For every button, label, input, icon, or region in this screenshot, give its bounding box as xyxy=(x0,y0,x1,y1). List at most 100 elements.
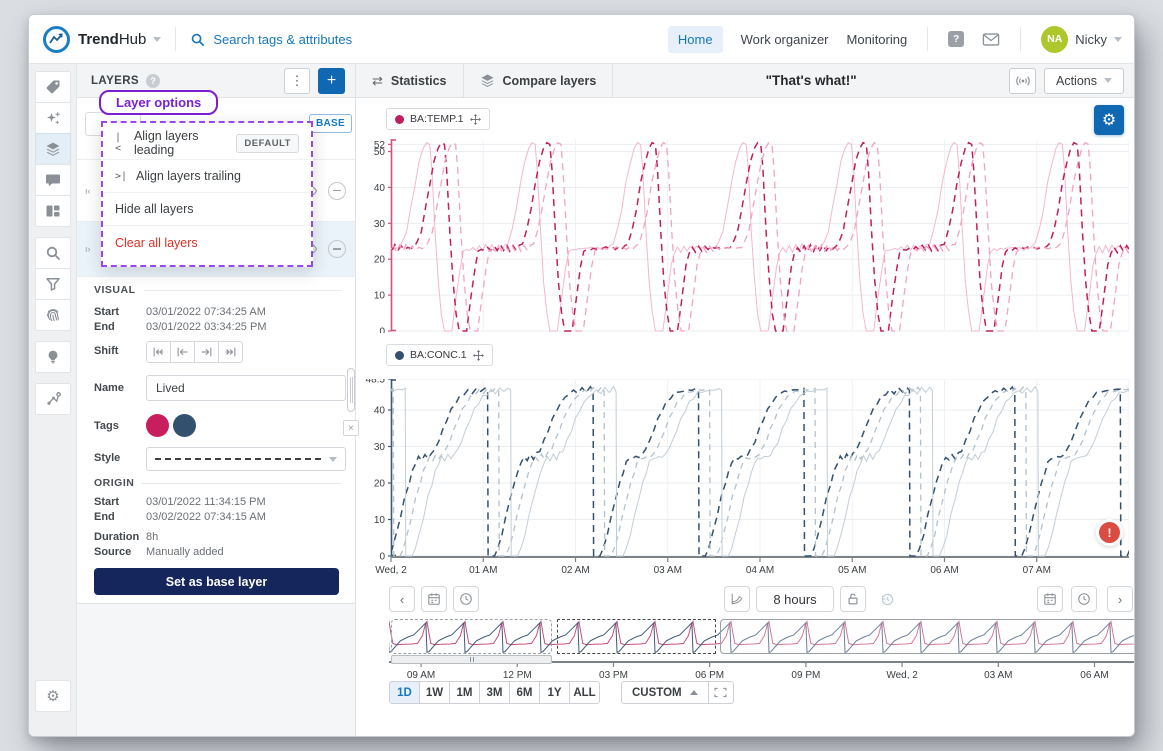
live-mode-button[interactable] xyxy=(1009,68,1036,94)
range-1d[interactable]: 1D xyxy=(389,681,420,704)
range-1y[interactable]: 1Y xyxy=(539,681,570,704)
range-1m[interactable]: 1M xyxy=(449,681,480,704)
default-badge: DEFAULT xyxy=(236,134,299,153)
duration-button[interactable]: 8 hours xyxy=(756,586,834,612)
range-1w[interactable]: 1W xyxy=(419,681,450,704)
svg-text:20: 20 xyxy=(374,479,386,490)
legend-chip-conc[interactable]: BA:CONC.1 xyxy=(386,344,493,366)
user-chevron-down-icon xyxy=(1114,37,1122,42)
select-region-button[interactable] xyxy=(708,681,734,704)
overview-brush-3[interactable] xyxy=(720,619,1135,654)
layer-options-button[interactable]: ⋮ xyxy=(284,68,310,94)
panel-scrollbar-thumb[interactable] xyxy=(347,368,355,412)
compare-layers-button[interactable]: Compare layers xyxy=(464,64,614,98)
calendar-start-button[interactable] xyxy=(421,586,447,612)
search-input[interactable] xyxy=(213,32,443,47)
rail-item-comment[interactable] xyxy=(35,164,71,196)
shift-right-button[interactable] xyxy=(194,341,219,363)
trendhub-logo-icon[interactable] xyxy=(43,26,70,53)
time-start-button[interactable] xyxy=(453,586,479,612)
shift-left-button[interactable] xyxy=(170,341,195,363)
layer-name-input[interactable] xyxy=(146,375,346,401)
svg-text:01 AM: 01 AM xyxy=(469,565,497,576)
legend-chip-temp[interactable]: BA:TEMP.1 xyxy=(386,108,490,130)
remove-layer-icon[interactable] xyxy=(328,182,346,200)
nav-home[interactable]: Home xyxy=(668,26,723,53)
clear-name-icon[interactable]: × xyxy=(343,420,359,436)
exclamation-icon: ! xyxy=(1099,522,1120,543)
settings-button[interactable]: ⚙ xyxy=(35,680,71,712)
tag-color-dot[interactable] xyxy=(173,414,196,437)
set-base-layer-button[interactable]: Set as base layer xyxy=(94,568,339,595)
global-search[interactable] xyxy=(190,32,443,47)
layer-options-tooltip: Layer options xyxy=(99,90,218,115)
menu-item-align-layers-leading[interactable]: |<Align layers leadingDEFAULT xyxy=(103,127,311,160)
visual-start-value: 03/01/2022 07:34:25 AM xyxy=(146,306,266,318)
compare-scale-button[interactable] xyxy=(724,586,750,612)
origin-section-heading: ORIGIN xyxy=(94,477,341,489)
layer-row-fragment: ı‹ xyxy=(85,186,91,196)
alert-badge[interactable]: ! xyxy=(1096,519,1123,546)
rail-item-bulb[interactable] xyxy=(35,341,71,373)
rail-item-search[interactable] xyxy=(35,237,71,269)
layers-icon xyxy=(480,73,495,88)
rail-item-layers[interactable] xyxy=(35,133,71,165)
range-3m[interactable]: 3M xyxy=(479,681,510,704)
range-6m[interactable]: 6M xyxy=(509,681,540,704)
svg-text:07 AM: 07 AM xyxy=(1023,565,1051,576)
svg-text:30: 30 xyxy=(374,219,386,230)
calendar-end-button[interactable] xyxy=(1037,586,1063,612)
nav-monitoring[interactable]: Monitoring xyxy=(847,32,908,47)
actions-button[interactable]: Actions xyxy=(1044,68,1124,94)
rail-item-nodes[interactable] xyxy=(35,383,71,415)
remove-layer-icon[interactable] xyxy=(328,240,346,258)
actions-chevron-down-icon xyxy=(1104,78,1112,83)
overview-brush-1[interactable] xyxy=(391,619,552,654)
pan-left-button[interactable]: ‹ xyxy=(389,586,415,612)
move-icon[interactable] xyxy=(470,114,481,125)
line-style-select[interactable] xyxy=(146,447,346,471)
shift-start-button[interactable] xyxy=(146,341,171,363)
add-layer-button[interactable]: + xyxy=(318,68,345,94)
rail-item-dashboard[interactable] xyxy=(35,195,71,227)
layers-help-icon[interactable]: ? xyxy=(146,74,160,88)
comment-icon xyxy=(45,172,61,188)
range-all[interactable]: ALL xyxy=(569,681,600,704)
rail-item-tag[interactable] xyxy=(35,71,71,103)
statistics-button[interactable]: ⇄ Statistics xyxy=(356,64,464,98)
help-icon[interactable]: ? xyxy=(948,31,964,47)
rail-item-fingerprint[interactable] xyxy=(35,299,71,331)
custom-range-button[interactable]: CUSTOM xyxy=(621,681,709,704)
history-button[interactable] xyxy=(874,586,900,612)
chart-ba-conc[interactable]: 48.5403020100Wed, 201 AM02 AM03 AM04 AM0… xyxy=(357,379,1129,587)
nav-work-organizer[interactable]: Work organizer xyxy=(741,32,829,47)
svg-text:50: 50 xyxy=(374,147,386,158)
pan-right-button[interactable]: › xyxy=(1107,586,1133,612)
tag-color-dot[interactable] xyxy=(146,414,169,437)
menu-item-hide-all-layers[interactable]: Hide all layers xyxy=(103,193,311,226)
timeline-overview[interactable]: 09 AM12 PM03 PM06 PM09 PMWed, 203 AM06 A… xyxy=(389,619,1135,681)
svg-text:03 AM: 03 AM xyxy=(654,565,682,576)
svg-text:06 AM: 06 AM xyxy=(930,565,958,576)
chart-settings-button[interactable]: ⚙ xyxy=(1094,105,1124,135)
mail-icon[interactable] xyxy=(982,33,1000,46)
time-end-button[interactable] xyxy=(1071,586,1097,612)
rail-item-funnel[interactable] xyxy=(35,268,71,300)
chart-ba-temp[interactable]: 5250403020100 xyxy=(357,139,1129,338)
move-icon[interactable] xyxy=(473,350,484,361)
brand-chevron-down-icon[interactable] xyxy=(153,37,161,42)
avatar: NA xyxy=(1041,26,1068,53)
menu-item-align-layers-trailing[interactable]: >|Align layers trailing xyxy=(103,160,311,193)
rail-item-sparkles[interactable] xyxy=(35,102,71,134)
user-menu[interactable]: NA Nicky xyxy=(1041,26,1122,53)
menu-item-clear-all-layers[interactable]: Clear all layers xyxy=(103,226,311,259)
sparkles-icon xyxy=(45,110,61,126)
lock-duration-button[interactable] xyxy=(840,586,866,612)
fingerprint-icon xyxy=(45,307,61,323)
shift-end-button[interactable] xyxy=(218,341,243,363)
overview-scroll-handle[interactable] xyxy=(391,655,552,664)
svg-text:10: 10 xyxy=(374,515,386,526)
calendar-icon xyxy=(1043,592,1057,606)
shift-left-icon xyxy=(175,345,190,359)
overview-brush-2[interactable] xyxy=(557,619,716,654)
